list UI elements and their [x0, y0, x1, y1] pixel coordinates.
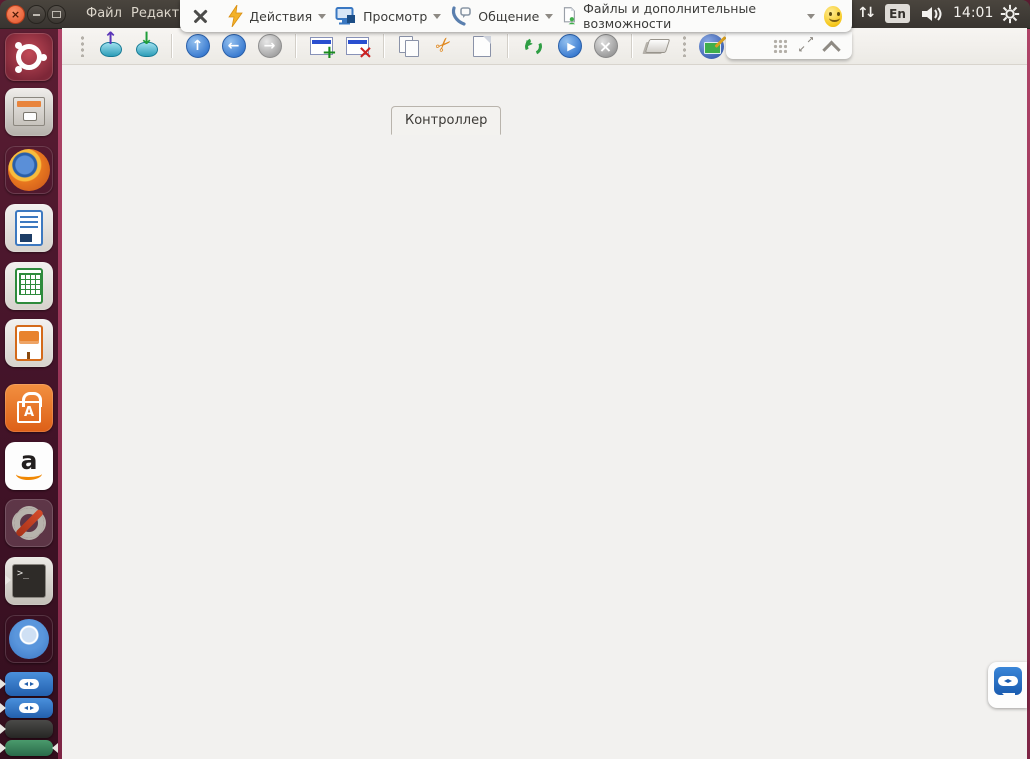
- chevron-down-icon: [807, 14, 815, 23]
- session-gear-icon[interactable]: [1000, 4, 1020, 28]
- table-add-icon: +: [310, 37, 333, 55]
- phone-icon: [450, 5, 472, 27]
- toolbar-separator: [171, 34, 172, 58]
- running-indicator-icon: [0, 703, 6, 713]
- go-back-button[interactable]: ←: [220, 33, 247, 60]
- load-from-db-button[interactable]: ↑: [96, 33, 123, 60]
- dock-item-system-settings[interactable]: [5, 499, 53, 547]
- running-indicator-icon: [0, 743, 6, 753]
- circle-back-icon: ←: [222, 34, 246, 58]
- teamviewer-toolbar-tail: [726, 32, 852, 59]
- eraser-icon: [645, 39, 671, 53]
- monitor-icon: [335, 6, 357, 26]
- app-grid-icon[interactable]: [773, 39, 787, 53]
- dock-item-terminal[interactable]: [5, 557, 53, 605]
- dock-item-libreoffice-writer[interactable]: [5, 204, 53, 252]
- cut-item-button[interactable]: ✂: [432, 33, 459, 60]
- teamviewer-close-icon[interactable]: [192, 8, 205, 24]
- window-close-button[interactable]: [6, 5, 25, 24]
- focused-indicator-icon: [52, 743, 58, 753]
- dock-item-amazon[interactable]: [5, 442, 53, 490]
- clock-indicator[interactable]: 14:01: [953, 5, 993, 21]
- table-del-icon: ×: [346, 37, 369, 55]
- teamviewer-logo-icon: [19, 679, 39, 689]
- copy-item-button[interactable]: [396, 33, 423, 60]
- toolbar-grip[interactable]: [682, 35, 687, 57]
- teamviewer-quickconnect-flag[interactable]: [988, 662, 1027, 708]
- teamviewer-toolbar: Действия Просмотр Общение Файлы и дополн…: [180, 0, 852, 32]
- stop-icon: ×: [594, 34, 618, 58]
- dock-item-stacked-window-green[interactable]: [5, 740, 53, 756]
- toolbar-separator: [295, 34, 296, 58]
- fullscreen-icon[interactable]: [799, 39, 813, 53]
- start-icon: ▶: [558, 34, 582, 58]
- main-toolbar: ↑ ↓ ↑ ← → + × ✂ ▶ ×: [62, 28, 1027, 65]
- file-transfer-icon: [562, 5, 577, 27]
- teamviewer-icon: [994, 667, 1022, 695]
- copy-icon: [399, 36, 420, 56]
- chevron-down-icon: [545, 14, 553, 23]
- cut-icon: ✂: [436, 36, 456, 56]
- toolbar-grip[interactable]: [80, 35, 85, 57]
- paste-icon: [473, 36, 491, 57]
- circle-forward-icon: →: [258, 34, 282, 58]
- running-indicator-icon: [0, 679, 6, 689]
- network-indicator-icon[interactable]: ↑↓: [857, 5, 872, 21]
- tab-active[interactable]: Контроллер: [391, 106, 501, 135]
- teamviewer-menu-view[interactable]: Просмотр: [335, 6, 441, 26]
- dock-item-libreoffice-impress[interactable]: [5, 319, 53, 367]
- application-window: [62, 28, 1027, 759]
- dock-item-file-manager[interactable]: [5, 88, 53, 136]
- dock-item-software-center[interactable]: [5, 384, 53, 432]
- launcher-dock: [0, 28, 58, 759]
- keyboard-layout-indicator[interactable]: En: [885, 4, 910, 23]
- stop-button[interactable]: ×: [592, 33, 619, 60]
- toolbar-separator: [383, 34, 384, 58]
- save-to-db-button[interactable]: ↓: [132, 33, 159, 60]
- running-indicator-icon: [5, 575, 11, 585]
- clean-button[interactable]: [644, 33, 671, 60]
- running-indicator-icon: [0, 724, 6, 734]
- teamviewer-menu-actions[interactable]: Действия: [228, 5, 326, 27]
- feedback-smiley-icon[interactable]: [824, 6, 842, 27]
- start-button[interactable]: ▶: [556, 33, 583, 60]
- lightning-icon: [228, 5, 243, 27]
- dock-item-firefox[interactable]: [5, 146, 53, 194]
- refresh-button[interactable]: [520, 33, 547, 60]
- manual-edit-icon: [699, 34, 724, 59]
- chevron-down-icon: [318, 14, 326, 23]
- dock-item-libreoffice-calc[interactable]: [5, 262, 53, 310]
- go-up-button[interactable]: ↑: [184, 33, 211, 60]
- toolbar-separator: [507, 34, 508, 58]
- sound-indicator-icon[interactable]: [921, 5, 945, 27]
- circle-up-icon: ↑: [186, 34, 210, 58]
- paste-item-button[interactable]: [468, 33, 495, 60]
- dock-item-stacked-window-dark[interactable]: [5, 720, 53, 738]
- window-minimize-button[interactable]: [27, 5, 46, 24]
- chevron-down-icon: [433, 14, 441, 23]
- dock-item-chromium[interactable]: [5, 615, 53, 663]
- delete-item-button[interactable]: ×: [344, 33, 371, 60]
- toolbar-separator: [631, 34, 632, 58]
- db-load-icon: ↑: [99, 35, 121, 57]
- add-item-button[interactable]: +: [308, 33, 335, 60]
- refresh-icon: [524, 37, 543, 56]
- desktop: Файл Редакти ↑↓ En 14:01 Действия Просмо…: [0, 0, 1030, 759]
- menu-file[interactable]: Файл: [86, 6, 122, 21]
- dock-item-ubuntu-dash[interactable]: [5, 33, 53, 81]
- teamviewer-menu-communicate[interactable]: Общение: [450, 5, 553, 27]
- dock-item-teamviewer-window[interactable]: [5, 672, 53, 696]
- collapse-toolbar-icon[interactable]: [822, 41, 840, 59]
- dock-item-teamviewer-window-2[interactable]: [5, 698, 53, 718]
- db-save-icon: ↓: [135, 35, 157, 57]
- go-forward-button[interactable]: →: [256, 33, 283, 60]
- teamviewer-menu-files[interactable]: Файлы и дополнительные возможности: [562, 1, 815, 31]
- manual-qtcfg-button[interactable]: [698, 33, 725, 60]
- teamviewer-logo-icon: [19, 703, 39, 713]
- window-maximize-button[interactable]: [47, 5, 66, 24]
